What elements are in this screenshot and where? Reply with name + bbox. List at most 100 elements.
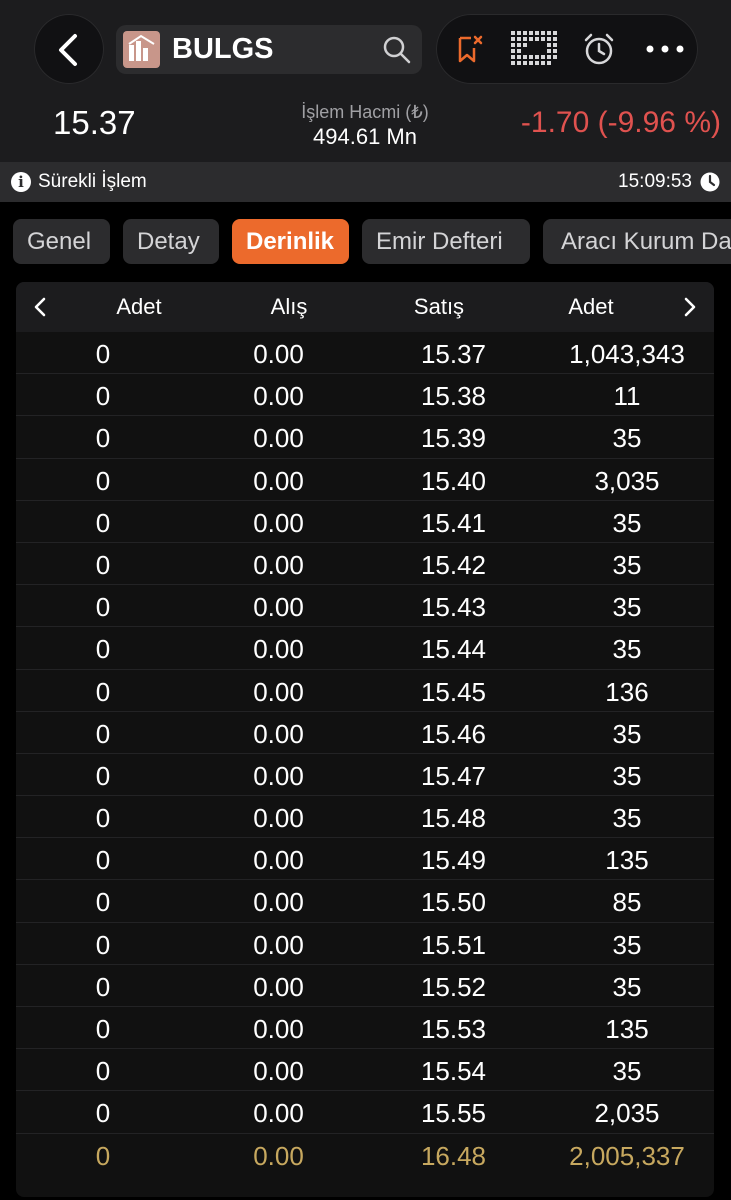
row-bid-qty: 0	[95, 423, 111, 454]
remove-favorite-button[interactable]	[444, 14, 494, 84]
chevron-left-icon[interactable]	[34, 297, 46, 317]
row-bid: 0.00	[253, 381, 304, 412]
row-ask-qty: 35	[612, 803, 642, 834]
row-ask-qty: 11	[613, 381, 641, 412]
column-bid: Alış	[270, 294, 308, 319]
table-row[interactable]: 0 0.00 15.37 1,043,343	[16, 332, 714, 375]
row-ask-qty: 135	[605, 845, 649, 876]
table-row[interactable]: 0 0.00 15.54 35	[16, 1049, 714, 1092]
table-row[interactable]: 0 0.00 15.52 35	[16, 965, 714, 1007]
row-bid-qty: 0	[95, 339, 111, 369]
row-bid: 0.00	[253, 592, 304, 623]
symbol-selector[interactable]: BULGS	[116, 25, 422, 74]
row-ask: 15.52	[420, 971, 487, 1002]
table-row[interactable]: 0 0.00 15.38 11	[16, 374, 714, 417]
tab-detay[interactable]: Detay	[123, 219, 219, 264]
table-row[interactable]: 0 0.00 16.48 2,005,337	[16, 1134, 714, 1176]
row-ask: 15.39	[420, 423, 487, 454]
row-ask: 15.43	[420, 592, 487, 623]
table-row[interactable]: 0 0.00 15.39 35	[16, 416, 714, 459]
depth-grid-button[interactable]	[504, 14, 564, 84]
chevron-right-icon[interactable]	[684, 297, 696, 317]
table-row[interactable]: 0 0.00 15.55 2,035	[16, 1091, 714, 1134]
row-bid-qty: 0	[95, 381, 111, 412]
row-ask: 15.46	[420, 718, 487, 749]
table-row[interactable]: 0 0.00 15.46 35	[16, 712, 714, 754]
alarm-button[interactable]	[574, 14, 624, 84]
row-ask: 15.55	[420, 1098, 487, 1129]
row-ask-qty: 3,035	[594, 465, 660, 496]
row-bid: 0.00	[253, 887, 304, 918]
row-ask-qty: 35	[612, 549, 642, 580]
row-ask: 15.54	[420, 1056, 487, 1087]
row-ask-qty: 35	[612, 929, 642, 960]
row-ask: 15.42	[420, 549, 487, 580]
row-ask: 15.50	[420, 887, 487, 918]
tab-araci-kurum[interactable]: Aracı Kurum Da	[543, 219, 731, 264]
row-ask: 15.53	[420, 1014, 487, 1044]
depth-table: Adet Alış Satış Adet 0 0.00 15.37 1,043,343…	[16, 282, 714, 1197]
table-header: Adet Alış Satış Adet	[16, 282, 714, 332]
row-bid-qty: 0	[95, 1056, 111, 1087]
row-ask-qty: 35	[612, 760, 642, 791]
row-bid: 0.00	[253, 634, 304, 665]
row-bid-qty: 0	[95, 1098, 111, 1129]
row-ask: 15.38	[420, 381, 487, 412]
column-ask: Satış	[413, 294, 465, 319]
row-bid-qty: 0	[95, 465, 111, 496]
row-bid-qty: 0	[95, 803, 111, 834]
tab-derinlik[interactable]: Derinlik	[232, 219, 349, 264]
price-change: -1.70 (-9.96 %)	[520, 106, 721, 139]
row-bid: 0.00	[253, 1056, 304, 1087]
stock-header: BULGS 15.37 İşlem Hacmi (₺) 494.61 Mn -1…	[0, 0, 731, 202]
session-status: Sürekli İşlem	[38, 171, 147, 192]
column-ask-qty: Adet	[568, 294, 614, 319]
last-price: 15.37	[53, 104, 136, 141]
tab-genel[interactable]: Genel	[13, 219, 110, 264]
back-button[interactable]	[34, 14, 104, 84]
row-bid-qty: 0	[95, 507, 111, 538]
row-bid-qty: 0	[95, 1014, 111, 1044]
more-button[interactable]	[638, 14, 692, 84]
table-row[interactable]: 0 0.00 15.43 35	[16, 585, 714, 628]
row-ask-qty: 85	[612, 887, 642, 918]
row-ask: 15.40	[420, 465, 487, 496]
row-bid: 0.00	[253, 549, 304, 580]
row-bid-qty: 0	[95, 549, 111, 580]
table-row[interactable]: 0 0.00 15.44 35	[16, 627, 714, 670]
tab-emir-defteri[interactable]: Emir Defteri	[362, 219, 530, 264]
table-row[interactable]: 0 0.00 15.47 35	[16, 754, 714, 797]
row-bid-qty: 0	[95, 971, 111, 1002]
row-ask: 15.45	[420, 676, 487, 707]
row-bid: 0.00	[253, 676, 304, 707]
row-bid: 0.00	[253, 845, 304, 876]
table-row[interactable]: 0 0.00 15.40 3,035	[16, 459, 714, 501]
more-icon	[646, 45, 684, 53]
column-bid-qty: Adet	[116, 294, 162, 319]
table-row[interactable]: 0 0.00 15.51 35	[16, 923, 714, 965]
table-row[interactable]: 0 0.00 15.49 135	[16, 838, 714, 881]
row-bid: 0.00	[253, 507, 304, 538]
table-row[interactable]: 0 0.00 15.48 35	[16, 796, 714, 839]
search-icon[interactable]	[382, 35, 412, 65]
table-row[interactable]: 0 0.00 15.42 35	[16, 543, 714, 586]
info-icon[interactable]: i	[11, 172, 31, 192]
row-bid: 0.00	[253, 423, 304, 454]
row-bid: 0.00	[253, 718, 304, 749]
logo-icon	[123, 31, 160, 68]
row-bid-qty: 0	[95, 1140, 111, 1171]
row-ask-qty: 136	[605, 676, 649, 707]
back-icon	[59, 34, 77, 66]
table-row[interactable]: 0 0.00 15.50 85	[16, 880, 714, 923]
tab-bar: Genel Detay Derinlik Emir Defteri Aracı …	[0, 219, 731, 265]
row-ask: 15.37	[420, 339, 487, 369]
row-ask: 15.49	[420, 845, 487, 876]
table-row[interactable]: 0 0.00 15.45 136	[16, 670, 714, 712]
row-bid: 0.00	[253, 465, 304, 496]
clock-icon	[700, 172, 720, 192]
table-row[interactable]: 0 0.00 15.53 135	[16, 1007, 714, 1050]
row-ask-qty: 2,005,337	[569, 1140, 685, 1171]
row-ask-qty: 35	[612, 507, 642, 538]
table-row[interactable]: 0 0.00 15.41 35	[16, 501, 714, 543]
row-bid: 0.00	[253, 929, 304, 960]
